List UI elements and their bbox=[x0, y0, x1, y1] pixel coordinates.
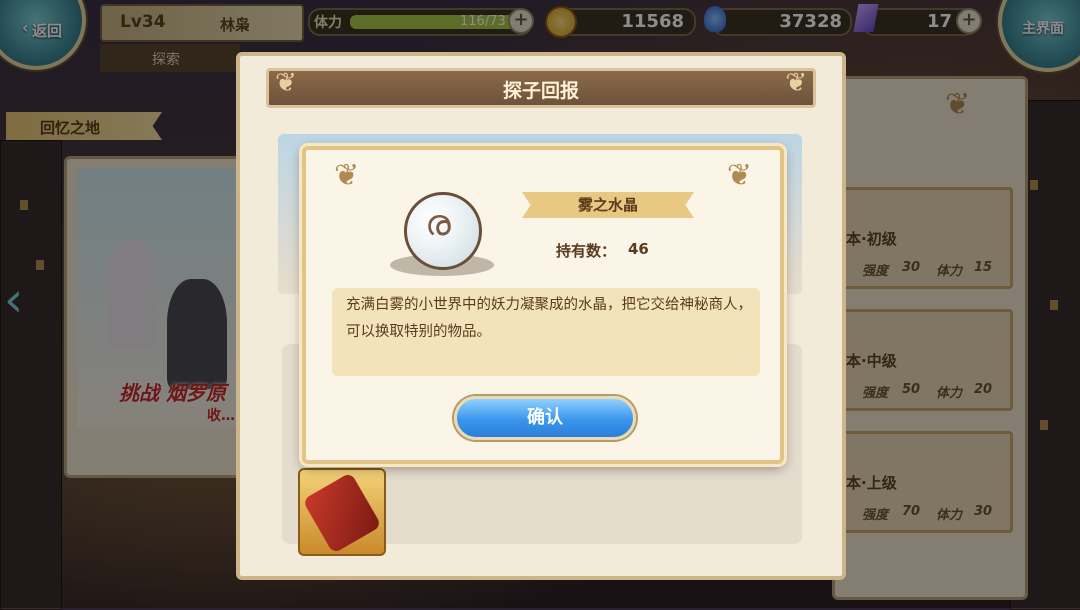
dialog-title: 探子回报 bbox=[502, 80, 579, 102]
owned-count: 46 bbox=[628, 240, 649, 258]
dialog-header: ❦ 探子回报 ❦ bbox=[266, 68, 816, 108]
reward-item-slot[interactable] bbox=[298, 468, 386, 556]
orb-swirl-icon: ര bbox=[425, 203, 451, 244]
item-description: 充满白雾的小世界中的妖力凝聚成的水晶，把它交给神秘商人，可以换取特别的物品。 bbox=[332, 288, 760, 376]
red-scroll-icon bbox=[302, 472, 382, 554]
item-name-ribbon: 雾之水晶 bbox=[522, 192, 694, 218]
corner-ornament-icon: ❦ bbox=[334, 158, 360, 193]
item-detail-popup: ❦ ❦ ര 雾之水晶 持有数： 46 充满白雾的小世界中的妖力凝聚成的水晶，把它… bbox=[302, 146, 784, 464]
mist-crystal-orb-icon: ര bbox=[404, 192, 482, 270]
owned-count-label: 持有数： bbox=[556, 242, 617, 260]
corner-ornament-icon: ❦ bbox=[726, 158, 752, 193]
confirm-label: 确认 bbox=[527, 407, 563, 428]
confirm-button[interactable]: 确认 bbox=[454, 396, 636, 440]
item-description-text: 充满白雾的小世界中的妖力凝聚成的水晶，把它交给神秘商人，可以换取特别的物品。 bbox=[346, 297, 752, 340]
item-name: 雾之水晶 bbox=[577, 196, 638, 214]
header-ornament-icon: ❦ bbox=[785, 68, 807, 98]
